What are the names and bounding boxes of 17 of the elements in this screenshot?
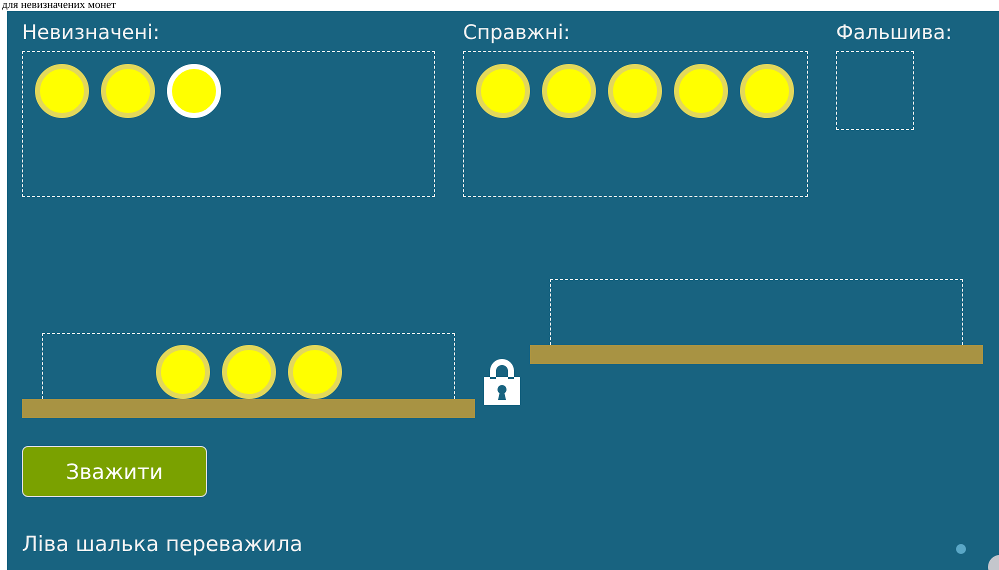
indicator-dot [956, 544, 966, 554]
coin[interactable] [222, 345, 276, 399]
coin[interactable] [156, 345, 210, 399]
coin[interactable] [674, 64, 728, 118]
group-label: Справжні: [463, 20, 572, 44]
coin[interactable] [35, 64, 89, 118]
coin[interactable] [608, 64, 662, 118]
caption: для невизначених монет [1, 0, 117, 11]
coin[interactable] [101, 64, 155, 118]
group-label: Фальшива: [836, 20, 952, 44]
coin[interactable] [476, 64, 530, 118]
weigh-button[interactable]: Зважити [22, 446, 207, 497]
coin[interactable] [740, 64, 794, 118]
group-label: Невизначені: [22, 20, 161, 44]
result-text: Ліва шалька переважила [22, 531, 303, 557]
coin[interactable] [288, 345, 342, 399]
coin[interactable] [542, 64, 596, 118]
